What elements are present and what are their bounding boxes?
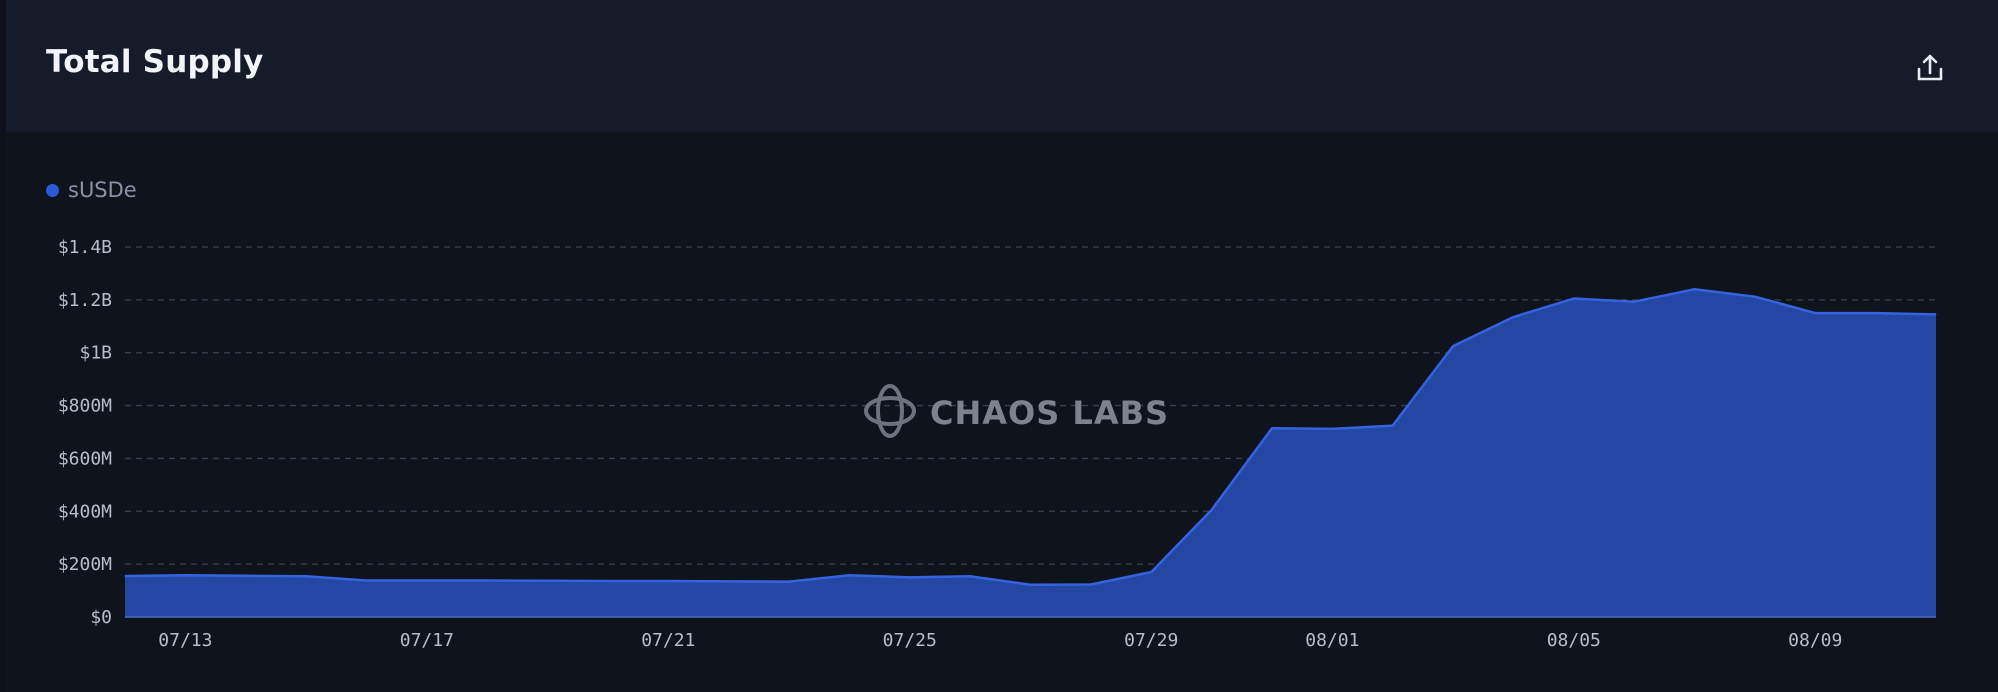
- data-point: [728, 580, 730, 582]
- y-tick-label: $1B: [79, 343, 112, 364]
- y-tick-label: $0: [90, 607, 112, 628]
- data-point: [1573, 298, 1575, 300]
- x-tick-label: 07/29: [1124, 630, 1178, 651]
- data-point: [184, 574, 186, 576]
- data-point: [1754, 296, 1756, 298]
- data-point: [1694, 288, 1696, 290]
- data-point: [1331, 428, 1333, 430]
- data-point: [426, 580, 428, 582]
- data-point: [1211, 509, 1213, 511]
- y-tick-label: $600M: [58, 448, 112, 469]
- y-axis: $0 $200M $400M $600M $800M $1B $1.2B $1.4B: [58, 237, 112, 628]
- data-point: [1150, 571, 1152, 573]
- x-tick-label: 07/25: [883, 630, 937, 651]
- data-point: [305, 575, 307, 577]
- data-point: [1814, 312, 1816, 314]
- x-tick-label: 08/05: [1547, 630, 1601, 651]
- x-axis: 07/13 07/17 07/21 07/25 07/29 08/01 08/05 08/09: [158, 630, 1842, 651]
- data-point: [788, 581, 790, 583]
- data-point: [848, 574, 850, 576]
- data-point: [1633, 301, 1635, 303]
- data-point: [969, 575, 971, 577]
- chaos-labs-logo-icon: [864, 384, 916, 438]
- data-point: [909, 576, 911, 578]
- data-point: [547, 580, 549, 582]
- area-series-susde: [124, 288, 1937, 618]
- area-fill: [125, 289, 1936, 617]
- y-tick-label: $800M: [58, 396, 112, 417]
- data-point: [1512, 316, 1514, 318]
- data-point: [1090, 583, 1092, 585]
- watermark-text: CHAOS LABS: [930, 394, 1169, 432]
- x-tick-label: 08/01: [1305, 630, 1359, 651]
- x-tick-label: 07/21: [641, 630, 695, 651]
- total-supply-chart: CHAOS LABS $0 $200M $400M $600M $800M $1B $1.2…: [58, 237, 1937, 651]
- y-tick-label: $1.2B: [58, 290, 112, 311]
- x-tick-label: 07/17: [400, 630, 454, 651]
- data-point: [1271, 427, 1273, 429]
- data-point: [1935, 313, 1937, 315]
- y-tick-label: $200M: [58, 554, 112, 575]
- y-tick-label: $400M: [58, 501, 112, 522]
- y-tick-label: $1.4B: [58, 237, 112, 258]
- total-supply-panel: Total Supply sUSDe CHAOS LABS $0 $200M $40…: [6, 0, 1998, 692]
- data-point: [365, 580, 367, 582]
- data-point: [486, 580, 488, 582]
- watermark: CHAOS LABS: [864, 384, 1169, 438]
- data-point: [1030, 584, 1031, 586]
- x-tick-label: 08/09: [1788, 630, 1842, 651]
- data-point: [245, 575, 247, 577]
- data-point: [1392, 425, 1394, 427]
- data-point: [1875, 312, 1877, 314]
- data-point: [124, 575, 126, 577]
- x-tick-label: 07/13: [158, 630, 212, 651]
- data-point: [1452, 345, 1454, 347]
- data-point: [667, 580, 669, 582]
- data-point: [607, 580, 609, 582]
